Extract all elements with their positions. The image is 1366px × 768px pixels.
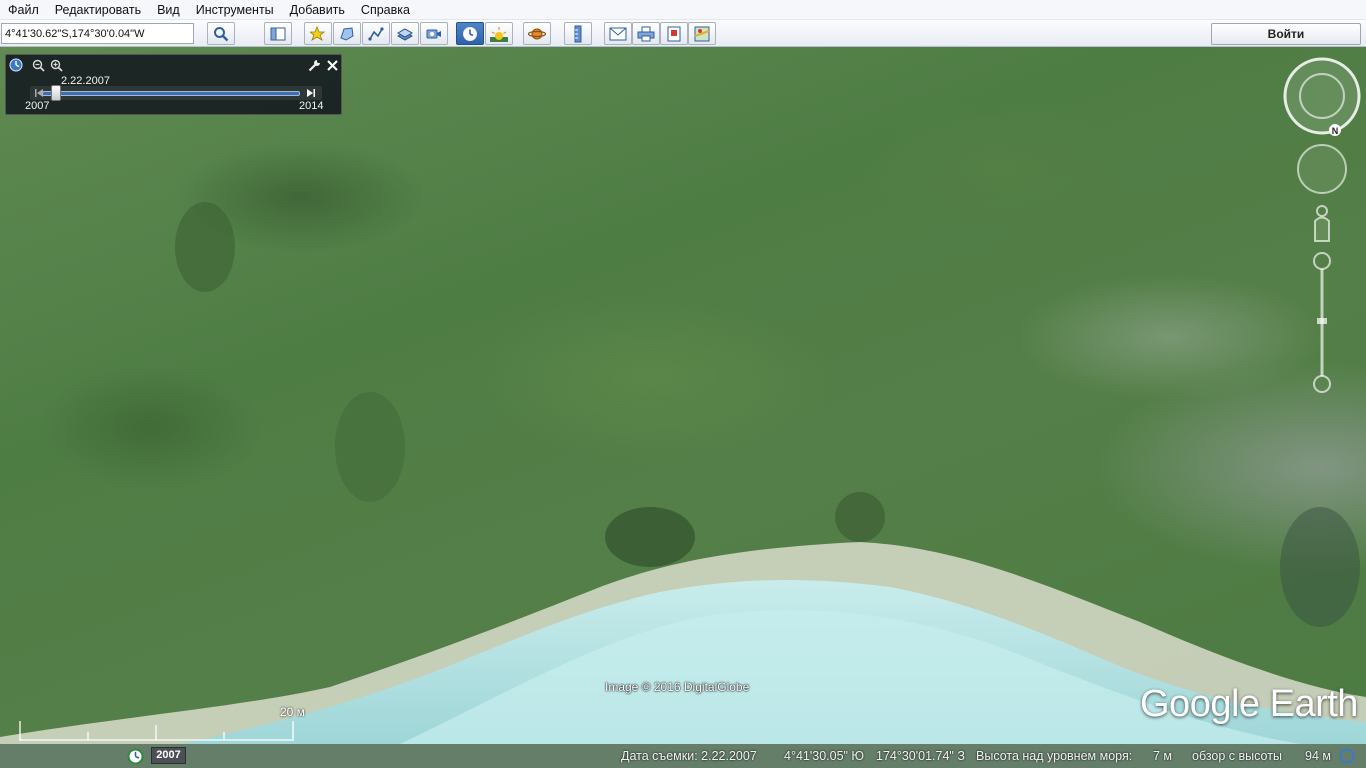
zoom-out-time-icon[interactable] (31, 58, 45, 72)
scale-bar: 20 м (18, 705, 305, 743)
login-button[interactable]: Войти (1211, 23, 1361, 45)
compass-ring[interactable]: N (1283, 57, 1361, 136)
menu-help[interactable]: Справка (353, 0, 418, 20)
view-in-maps-button[interactable] (688, 22, 716, 45)
historical-clock-icon[interactable] (127, 748, 144, 765)
imagery-year-badge[interactable]: 2007 (151, 747, 186, 764)
slider-thumb[interactable] (51, 85, 61, 101)
google-earth-logo: Google Earth (1140, 683, 1358, 725)
step-forward-icon[interactable] (304, 86, 318, 100)
add-placemark-button[interactable] (304, 22, 332, 45)
street-view-pegman-icon[interactable] (1314, 205, 1330, 242)
magnifier-icon (214, 26, 229, 41)
path-icon (368, 26, 384, 41)
shoreline-water (0, 202, 1366, 744)
menu-edit[interactable]: Редактировать (47, 0, 149, 20)
longitude-readout: 174°30'01.74" З (876, 749, 965, 763)
imagery-date: Дата съемки: 2.22.2007 (621, 749, 757, 763)
imagery-attribution: Image © 2016 DigitalGlobe (605, 680, 750, 694)
planet-icon (528, 28, 546, 39)
clock-icon (463, 26, 477, 41)
switch-planet-button[interactable] (523, 22, 551, 45)
envelope-icon (609, 27, 627, 40)
elevation-value: 7 м (1153, 749, 1173, 763)
menu-tools[interactable]: Инструменты (188, 0, 282, 20)
search-input[interactable] (1, 23, 194, 44)
save-image-button[interactable] (660, 22, 688, 45)
zoom-in-time-icon[interactable] (49, 58, 63, 72)
record-tour-icon (426, 29, 441, 38)
add-path-button[interactable] (362, 22, 390, 45)
map-view[interactable] (0, 47, 1366, 744)
polygon-icon (340, 26, 354, 41)
end-year-label: 2014 (299, 100, 324, 112)
eye-altitude-value: 94 м (1305, 749, 1331, 763)
ruler-icon (574, 25, 582, 42)
add-polygon-button[interactable] (333, 22, 361, 45)
add-image-overlay-button[interactable] (391, 22, 419, 45)
close-icon[interactable] (325, 58, 339, 72)
sun-icon (490, 26, 508, 42)
sidebar-icon (270, 27, 286, 40)
print-button[interactable] (632, 22, 660, 45)
start-year-label: 2007 (25, 100, 50, 112)
menu-bar: Файл Редактировать Вид Инструменты Добав… (0, 0, 1366, 20)
printer-icon (637, 26, 655, 41)
email-button[interactable] (604, 22, 632, 45)
menu-view[interactable]: Вид (149, 0, 188, 20)
menu-file[interactable]: Файл (0, 0, 47, 20)
eye-altitude-label: обзор с высоты (1192, 749, 1282, 763)
status-bar: 2007 Дата съемки: 2.22.2007 4°41'30.05" … (0, 744, 1366, 768)
wrench-icon[interactable] (307, 58, 321, 72)
time-clock-icon[interactable] (9, 58, 23, 72)
zoom-slider[interactable] (1313, 252, 1331, 393)
search-button[interactable] (207, 22, 235, 45)
pushpin-icon (310, 25, 326, 41)
look-joystick[interactable] (1297, 144, 1347, 194)
sunlight-button[interactable] (485, 22, 513, 45)
map-icon (694, 26, 710, 41)
north-indicator-icon: N (1332, 126, 1339, 136)
navigation-controls: N (1282, 56, 1362, 396)
ruler-button[interactable] (564, 22, 592, 45)
image-overlay-icon (397, 27, 413, 41)
historical-imagery-button[interactable] (456, 22, 484, 45)
latitude-readout: 4°41'30.05" Ю (784, 749, 865, 763)
menu-add[interactable]: Добавить (282, 0, 353, 20)
record-tour-button[interactable] (420, 22, 448, 45)
slider-track[interactable] (42, 91, 300, 96)
sidebar-toggle-button[interactable] (264, 22, 292, 45)
toolbar: Войти (0, 20, 1366, 47)
elevation-label: Высота над уровнем моря: (976, 749, 1133, 763)
historical-imagery-slider: 2.22.2007 2007 2014 (5, 54, 342, 115)
save-image-icon (667, 26, 681, 41)
streaming-indicator-icon (1339, 748, 1355, 764)
